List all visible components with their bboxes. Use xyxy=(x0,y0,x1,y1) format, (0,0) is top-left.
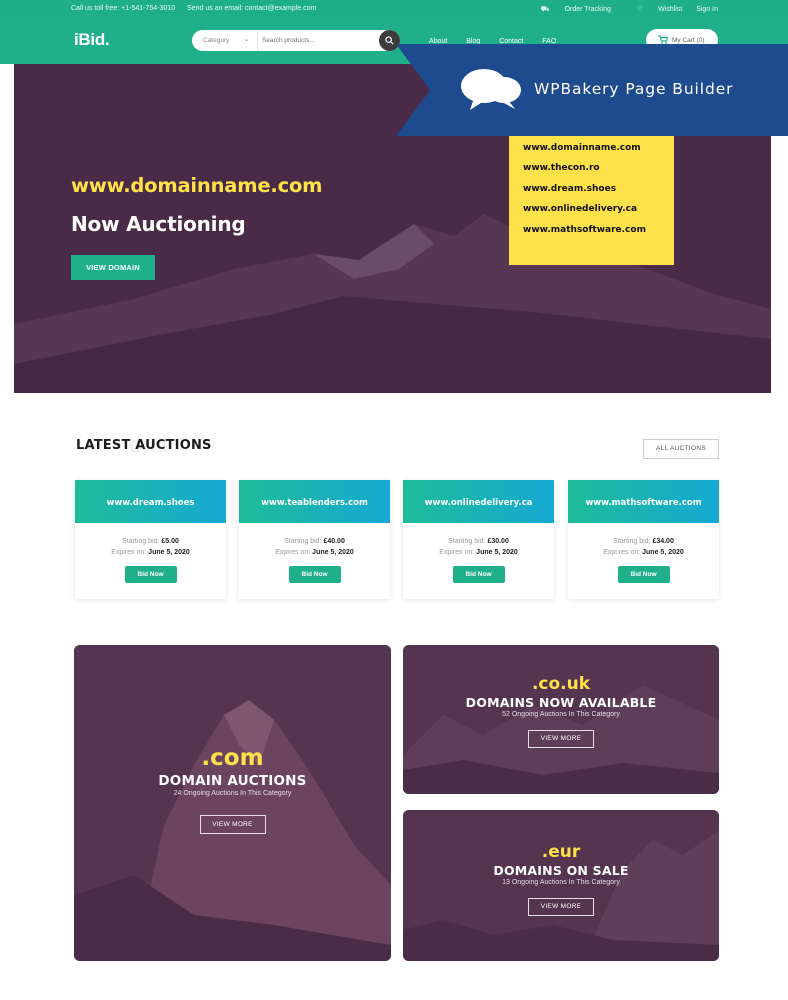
site-logo[interactable]: iBid. xyxy=(74,30,110,50)
bid-now-button[interactable]: Bid Now xyxy=(452,566,505,583)
signin-link[interactable]: Sign In xyxy=(696,6,718,13)
wpbakery-logo-icon xyxy=(461,69,521,110)
email-text: Send us an email: contact@example.com xyxy=(187,5,317,12)
heart-icon: ♡ xyxy=(636,6,644,13)
auction-domain[interactable]: www.onlinedelivery.ca xyxy=(403,480,554,523)
category-select[interactable]: Category ⌄ xyxy=(192,30,258,51)
tile-extension: .co.uk xyxy=(531,674,591,694)
wpbakery-title: WPBakery Page Builder xyxy=(534,80,734,98)
list-item[interactable]: www.onlinedelivery.ca xyxy=(523,204,674,224)
tile-title: DOMAINS ON SALE xyxy=(493,863,629,878)
search-bar: Category ⌄ xyxy=(192,30,400,51)
view-domain-button[interactable]: VIEW DOMAIN xyxy=(71,255,155,280)
auction-card: www.onlinedelivery.ca Starting bid: £30.… xyxy=(403,480,554,599)
view-more-button[interactable]: VIEW MORE xyxy=(199,815,266,834)
bid-now-button[interactable]: Bid Now xyxy=(288,566,341,583)
tile-extension: .eur xyxy=(541,842,581,862)
hero-title: Now Auctioning xyxy=(71,212,246,236)
phone-text: Call us toll free: +1-541-754-3010 xyxy=(71,5,176,12)
list-item[interactable]: www.mathsoftware.com xyxy=(523,225,674,245)
tile-title: DOMAINS NOW AVAILABLE xyxy=(465,695,657,710)
wishlist-link[interactable]: ♡ Wishlist xyxy=(625,6,682,13)
auction-card: www.dream.shoes Starting bid: £5.00 Expi… xyxy=(75,480,226,599)
domain-list-box: www.domainname.com www.thecon.ro www.dre… xyxy=(509,134,674,265)
auction-details: Starting bid: £5.00 Expires on: June 5, … xyxy=(111,538,190,556)
cart-icon xyxy=(658,35,668,44)
search-icon xyxy=(385,36,394,45)
search-input[interactable] xyxy=(262,34,372,47)
truck-icon: ⛟ xyxy=(540,6,550,13)
wpbakery-banner: WPBakery Page Builder xyxy=(396,44,788,136)
auction-card: www.teablenders.com Starting bid: £40.00… xyxy=(239,480,390,599)
bid-now-button[interactable]: Bid Now xyxy=(124,566,177,583)
auction-domain[interactable]: www.teablenders.com xyxy=(239,480,390,523)
category-tile-eur[interactable]: .eur DOMAINS ON SALE 13 Ongoing Auctions… xyxy=(403,810,719,961)
tile-subtitle: 52 Ongoing Auctions In This Category xyxy=(502,711,620,718)
auction-details: Starting bid: £40.00 Expires on: June 5,… xyxy=(275,538,354,556)
tile-title: DOMAIN AUCTIONS xyxy=(158,773,307,789)
view-more-button[interactable]: VIEW MORE xyxy=(528,898,594,916)
list-item[interactable]: www.dream.shoes xyxy=(523,184,674,204)
auction-details: Starting bid: £30.00 Expires on: June 5,… xyxy=(439,538,518,556)
all-auctions-button[interactable]: ALL AUCTIONS xyxy=(643,439,719,459)
chevron-down-icon: ⌄ xyxy=(243,37,249,43)
tile-extension: .com xyxy=(201,745,264,771)
view-more-button[interactable]: VIEW MORE xyxy=(528,730,594,748)
top-bar: Call us toll free: +1-541-754-3010 Send … xyxy=(0,0,788,18)
order-tracking-link[interactable]: ⛟ Order Tracking xyxy=(529,6,611,13)
list-item[interactable]: www.thecon.ro xyxy=(523,163,674,183)
tile-subtitle: 13 Ongoing Auctions In This Category xyxy=(502,879,620,886)
list-item[interactable]: www.domainname.com xyxy=(523,143,674,163)
auction-card: www.mathsoftware.com Starting bid: £34.0… xyxy=(568,480,719,599)
auction-domain[interactable]: www.mathsoftware.com xyxy=(568,480,719,523)
category-tile-couk[interactable]: .co.uk DOMAINS NOW AVAILABLE 52 Ongoing … xyxy=(403,645,719,794)
tile-subtitle: 24 Ongoing Auctions In This Category xyxy=(173,790,292,797)
category-tile-com[interactable]: .com DOMAIN AUCTIONS 24 Ongoing Auctions… xyxy=(74,645,391,961)
bid-now-button[interactable]: Bid Now xyxy=(617,566,670,583)
latest-auctions-title: LATEST AUCTIONS xyxy=(76,438,212,453)
auction-details: Starting bid: £34.00 Expi.res on: June 5… xyxy=(603,538,684,556)
auction-domain[interactable]: www.dream.shoes xyxy=(75,480,226,523)
